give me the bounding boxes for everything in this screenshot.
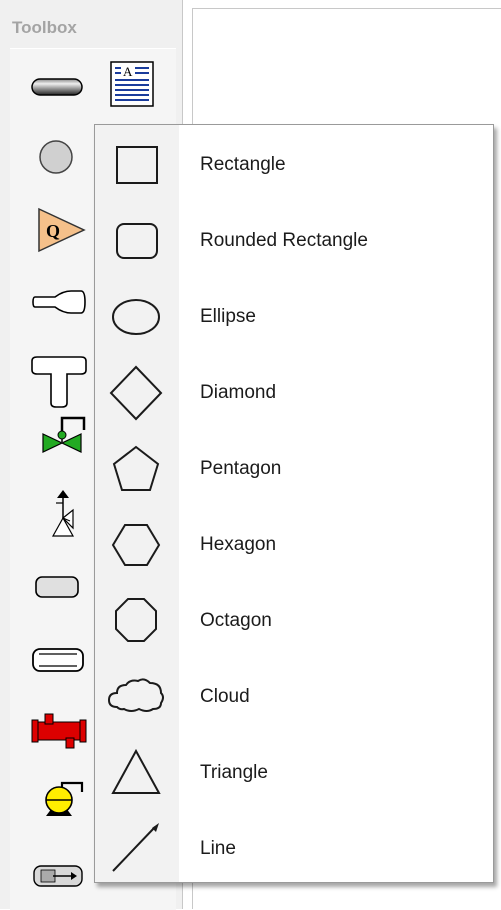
menu-item-pentagon[interactable]: Pentagon [95,431,493,507]
menu-item-label: Octagon [200,610,272,631]
menu-item-octagon[interactable]: Octagon [95,583,493,659]
control-valve-icon[interactable] [40,414,88,456]
menu-item-diamond[interactable]: Diamond [95,355,493,431]
rounded-rectangle-icon [116,223,158,259]
menu-item-label: Rectangle [200,154,286,175]
menu-item-rounded-rectangle[interactable]: Rounded Rectangle [95,203,493,279]
menu-item-label: Cloud [200,686,250,707]
octagon-icon [115,598,157,642]
pipe-segment-icon[interactable] [30,74,84,100]
toolbox-title: Toolbox [12,18,77,37]
tank-icon[interactable] [30,645,86,675]
circle-icon[interactable] [37,138,75,176]
pentagon-icon [112,445,160,491]
menu-item-label: Line [200,838,236,859]
menu-item-label: Triangle [200,762,268,783]
tee-fitting-icon[interactable] [29,355,89,409]
diamond-icon [109,365,163,421]
menu-item-hexagon[interactable]: Hexagon [95,507,493,583]
vessel-icon[interactable] [33,573,81,601]
line-icon [112,823,159,872]
menu-item-line[interactable]: Line [95,811,493,887]
menu-item-label: Hexagon [200,534,277,555]
pump-icon[interactable] [36,780,88,820]
relief-valve-icon[interactable] [48,488,78,540]
menu-item-ellipse[interactable]: Ellipse [95,279,493,355]
ellipse-icon [112,299,160,335]
flow-meter-q-icon[interactable]: Q [36,206,88,254]
menu-item-label: Rounded Rectangle [200,230,368,251]
menu-item-label: Ellipse [200,306,256,327]
text-block-letter: A [123,64,133,79]
hexagon-icon [111,524,161,566]
shape-picker-menu: Rectangle Rounded Rectangle Ellipse Diam… [94,124,494,883]
triangle-icon [111,748,161,794]
text-block-icon[interactable]: A [109,60,155,108]
cloud-icon [107,678,164,712]
menu-item-triangle[interactable]: Triangle [95,735,493,811]
heat-exchanger-icon[interactable] [30,712,88,750]
menu-item-label: Pentagon [200,458,282,479]
menu-item-cloud[interactable]: Cloud [95,659,493,735]
filter-icon[interactable] [31,862,85,890]
flow-meter-letter: Q [46,221,60,241]
reducer-icon[interactable] [31,288,87,316]
menu-item-rectangle[interactable]: Rectangle [95,127,493,203]
menu-item-label: Diamond [200,382,277,403]
rectangle-icon [116,146,158,184]
